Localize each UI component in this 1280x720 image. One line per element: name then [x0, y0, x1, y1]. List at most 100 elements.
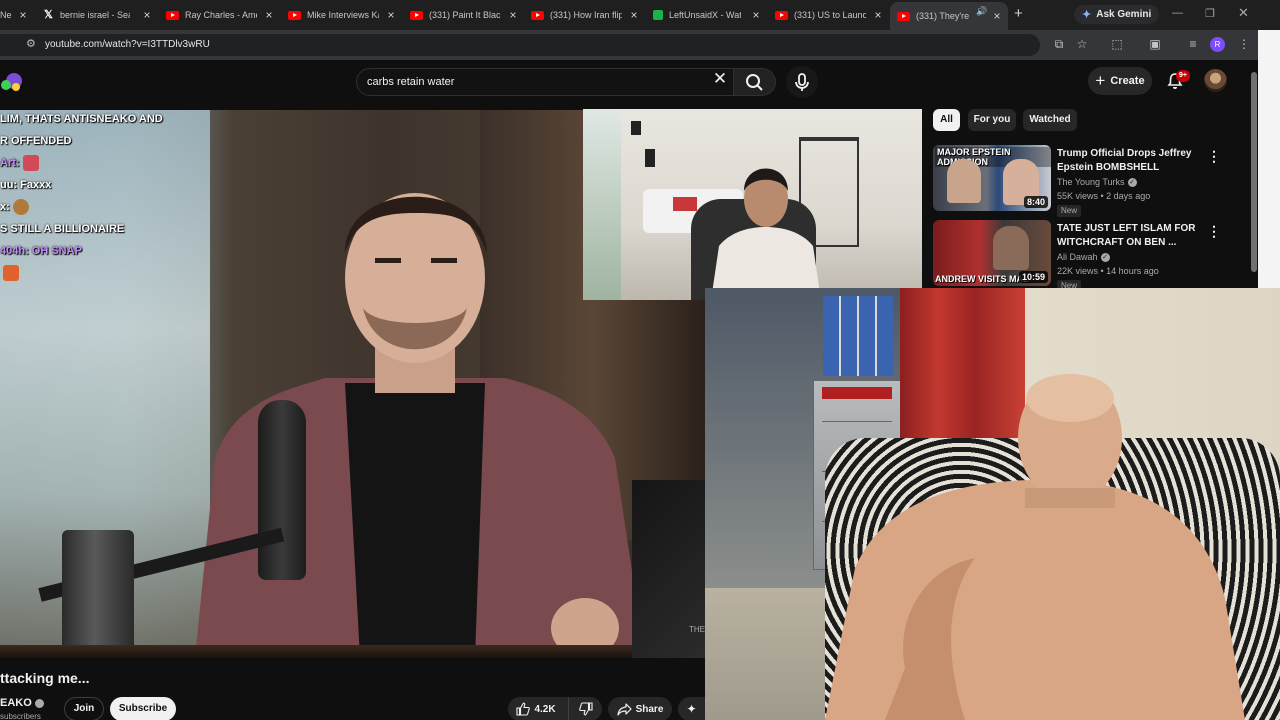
side-panel-icon[interactable]: ▣	[1148, 37, 1162, 51]
share-button[interactable]: Share	[608, 697, 672, 720]
close-icon[interactable]: ×	[384, 7, 398, 23]
browser-tab[interactable]: LeftUnsaidX - Wate ×	[653, 4, 763, 26]
wall-frame	[645, 149, 655, 167]
browser-tab[interactable]: bernie israel - Sear ×	[44, 4, 154, 26]
channel-label: Ali Dawah	[1057, 252, 1098, 262]
video-title[interactable]: TATE JUST LEFT ISLAM FOR WITCHCRAFT ON B…	[1057, 222, 1197, 250]
search-input[interactable]	[367, 73, 707, 91]
video-thumbnail[interactable]: MAJOR EPSTEIN ADMISSION 8:40	[933, 145, 1051, 211]
recommendation-item[interactable]: ANDREW VISITS MAL 10:59 TATE JUST LEFT I…	[933, 220, 1233, 288]
window-close-icon[interactable]: ✕	[1238, 5, 1249, 21]
close-icon[interactable]: ×	[262, 7, 276, 23]
chat-emote-icon	[12, 199, 29, 215]
close-icon[interactable]: ×	[140, 7, 154, 23]
more-actions-icon[interactable]: ⋮	[1207, 149, 1221, 163]
chip-for-you[interactable]: For you	[968, 109, 1016, 131]
youtube-icon	[410, 10, 423, 20]
close-icon[interactable]: ×	[627, 7, 641, 23]
leftunsaid-icon	[653, 10, 663, 20]
video-thumbnail[interactable]: ANDREW VISITS MAL 10:59	[933, 220, 1051, 286]
minimize-icon[interactable]: —	[1172, 7, 1183, 19]
chip-watched[interactable]: Watched	[1023, 109, 1077, 131]
tab-label: (331) Paint It Black	[429, 10, 501, 20]
ask-ai-button[interactable]: ✦	[678, 697, 705, 720]
thumbs-up-icon	[516, 702, 531, 716]
close-icon[interactable]: ×	[506, 7, 520, 23]
extensions-icon[interactable]: ⬚	[1110, 37, 1124, 51]
browser-tab[interactable]: (331) Paint It Black ×	[410, 4, 520, 26]
search-icon	[746, 74, 763, 91]
close-icon[interactable]: ×	[990, 8, 1004, 24]
restore-icon[interactable]: ❐	[1205, 7, 1215, 20]
video-desk	[0, 645, 705, 658]
youtube-logo-icon[interactable]	[0, 71, 24, 93]
install-app-icon[interactable]: ⧉	[1052, 37, 1066, 51]
search-button[interactable]	[734, 68, 776, 96]
close-icon[interactable]: ×	[871, 7, 885, 23]
dislike-button[interactable]	[568, 697, 602, 720]
video-meta: 55K views • 2 days ago	[1057, 191, 1151, 201]
chat-message: Art:	[0, 152, 190, 174]
share-arrow-icon	[616, 702, 632, 716]
tumbler-cup	[62, 530, 134, 658]
speaker-icon[interactable]: 🔊	[976, 6, 987, 17]
gemini-spark-icon: ✦	[1082, 9, 1092, 21]
url-text[interactable]: youtube.com/watch?v=I3TTDlv3wRU	[45, 39, 210, 50]
browser-tab[interactable]: (331) US to Launch ×	[775, 4, 885, 26]
video-title[interactable]: Trump Official Drops Jeffrey Epstein BOM…	[1057, 147, 1197, 175]
voice-search-button[interactable]	[786, 66, 818, 98]
chip-all[interactable]: All	[933, 109, 960, 131]
channel-name[interactable]: The Young Turks ✓	[1057, 177, 1137, 187]
thumbnail-face	[993, 226, 1029, 270]
ask-gemini-button[interactable]: ✦ Ask Gemini	[1074, 5, 1160, 24]
tab-label: LeftUnsaidX - Wate	[669, 10, 741, 20]
account-avatar[interactable]	[1204, 69, 1227, 92]
new-tab-button[interactable]: +	[1014, 6, 1023, 22]
chat-message: 404h: OH SNAP	[0, 240, 190, 262]
notifications-badge: 9+	[1176, 70, 1190, 82]
ask-gemini-label: Ask Gemini	[1096, 9, 1152, 20]
tab-label: bernie israel - Sear	[60, 10, 130, 20]
media-control-icon[interactable]: ≡	[1186, 37, 1200, 51]
duration-badge: 8:40	[1023, 196, 1048, 208]
like-button[interactable]: 4.2K	[508, 697, 564, 720]
clear-search-icon[interactable]: ✕	[712, 70, 728, 88]
bookmark-star-icon[interactable]: ☆	[1075, 37, 1089, 51]
menu-dots-icon[interactable]: ⋮	[1237, 37, 1251, 51]
create-label: Create	[1110, 75, 1145, 87]
browser-tab[interactable]: Ne ×	[0, 4, 30, 26]
recommendation-item[interactable]: MAJOR EPSTEIN ADMISSION 8:40 Trump Offic…	[933, 145, 1233, 217]
like-count: 4.2K	[534, 703, 556, 715]
webcam-overlay-bottom	[705, 288, 1280, 720]
verified-icon	[34, 698, 44, 708]
omnibox[interactable]: ⚙ youtube.com/watch?v=I3TTDlv3wRU	[0, 34, 1040, 56]
close-icon[interactable]: ×	[749, 7, 763, 23]
thumbnail-face	[947, 159, 981, 203]
channel-name[interactable]: Ali Dawah ✓	[1057, 252, 1110, 262]
chat-text: x:	[0, 201, 10, 213]
browser-profile-avatar[interactable]: R	[1210, 37, 1225, 52]
site-settings-icon[interactable]: ⚙	[26, 37, 38, 50]
browser-tab-active[interactable]: (331) They're a 🔊 ×	[890, 2, 1008, 30]
duration-badge: 10:59	[1018, 271, 1048, 283]
search-box[interactable]	[356, 68, 734, 96]
more-actions-icon[interactable]: ⋮	[1207, 224, 1221, 238]
subscribe-button[interactable]: Subscribe	[110, 697, 176, 720]
browser-tab[interactable]: Mike Interviews Ka ×	[288, 4, 398, 26]
channel-name-main[interactable]: EAKO	[0, 697, 44, 709]
page-scrollbar[interactable]	[1251, 72, 1257, 272]
close-icon[interactable]: ×	[16, 7, 30, 23]
chat-overlay: LIM, THATS ANTISNEAKO AND R OFFENDED Art…	[0, 108, 190, 284]
channel-label: EAKO	[0, 697, 32, 709]
chat-text: LIM, THATS ANTISNEAKO AND	[0, 113, 163, 125]
browser-tab[interactable]: Ray Charles - Ame ×	[166, 4, 276, 26]
join-button[interactable]: Join	[64, 697, 104, 720]
tab-label: Ne	[0, 10, 12, 20]
chat-emote-icon	[22, 155, 39, 171]
microphone-icon	[795, 73, 809, 91]
chat-text: uu: Faxxx	[0, 179, 52, 191]
channel-label: The Young Turks	[1057, 177, 1125, 187]
create-button[interactable]: + Create	[1088, 67, 1152, 95]
browser-tab[interactable]: (331) How Iran flip ×	[531, 4, 641, 26]
youtube-icon	[897, 11, 910, 21]
